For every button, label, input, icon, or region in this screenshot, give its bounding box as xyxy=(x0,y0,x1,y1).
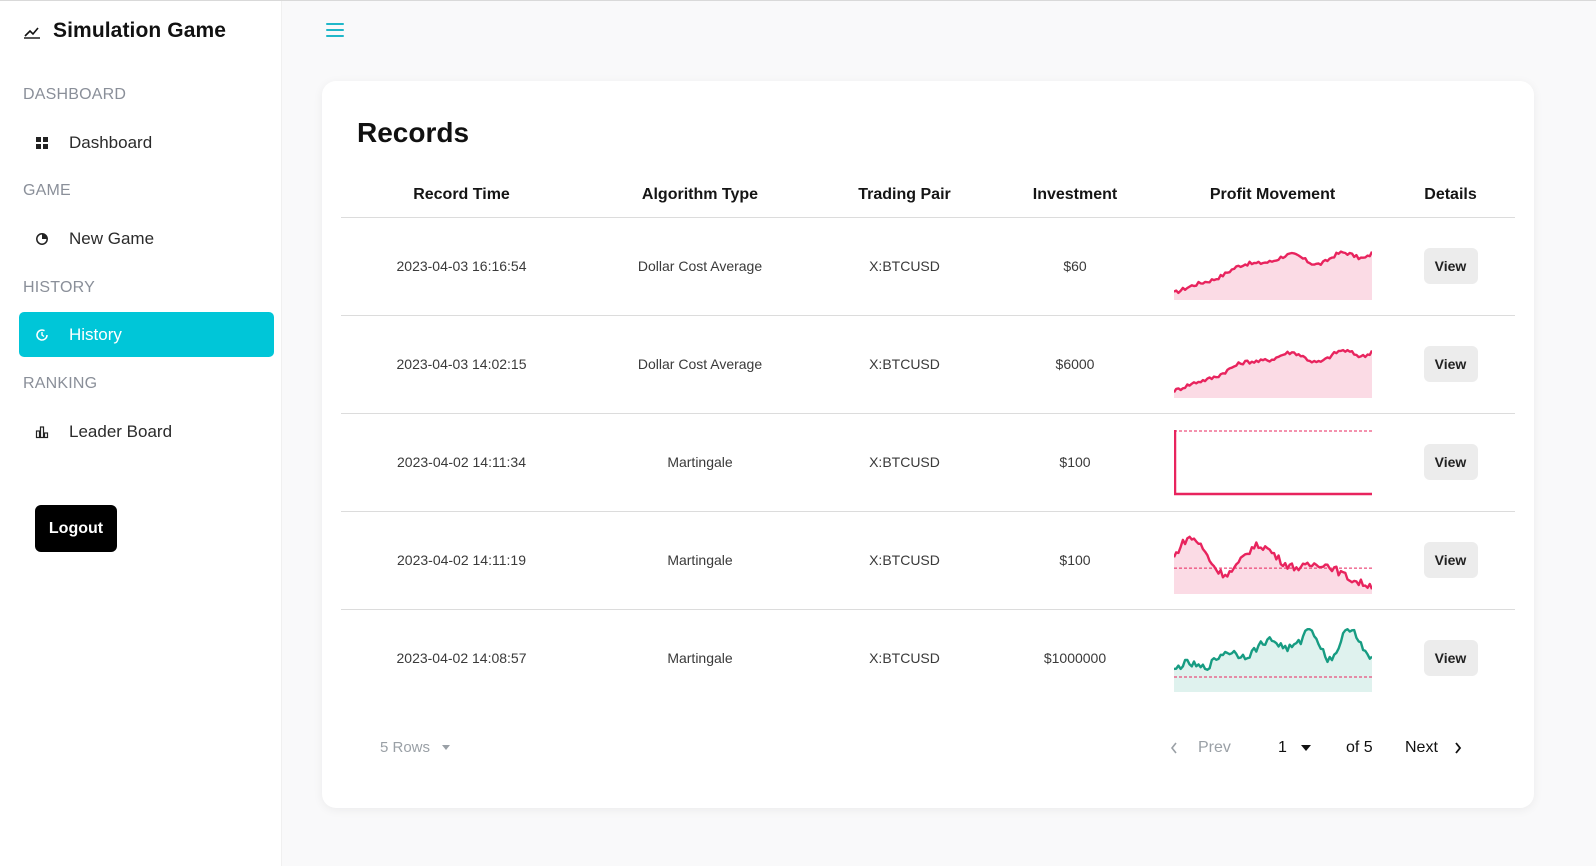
table-row: 2023-04-02 14:11:19 Martingale X:BTCUSD … xyxy=(341,511,1515,610)
rows-per-page-select[interactable]: 5 Rows xyxy=(380,739,451,756)
profit-movement-cell xyxy=(1159,609,1386,707)
grid-icon xyxy=(36,136,48,149)
details-cell: View xyxy=(1386,609,1515,707)
trading-pair: X:BTCUSD xyxy=(818,511,991,610)
details-cell: View xyxy=(1386,315,1515,414)
sidebar-item-new-game[interactable]: New Game xyxy=(19,216,274,261)
view-button[interactable]: View xyxy=(1423,248,1478,284)
record-time: 2023-04-03 16:16:54 xyxy=(341,217,582,316)
column-header-trading-pair: Trading Pair xyxy=(818,173,991,218)
trading-pair: X:BTCUSD xyxy=(869,650,940,667)
column-header-details: Details xyxy=(1386,173,1515,218)
section-label-ranking: RANKING xyxy=(23,375,98,392)
view-button[interactable]: View xyxy=(1423,346,1478,382)
profit-movement-cell xyxy=(1159,217,1386,316)
profit-sparkline xyxy=(1173,430,1372,496)
section-label-dashboard: DASHBOARD xyxy=(23,86,127,103)
brand[interactable]: Simulation Game xyxy=(23,19,226,43)
table-row: 2023-04-02 14:08:57 Martingale X:BTCUSD … xyxy=(341,609,1515,707)
trading-pair: X:BTCUSD xyxy=(818,315,991,414)
profit-movement-cell xyxy=(1159,511,1386,610)
profit-movement-cell xyxy=(1159,413,1386,512)
investment: $6000 xyxy=(991,315,1159,414)
sparkline-area xyxy=(1173,251,1372,300)
chevron-left-icon xyxy=(1170,742,1177,754)
records-card: Records Record Time Algorithm Type Tradi… xyxy=(322,81,1534,808)
record-time: 2023-04-02 14:11:19 xyxy=(341,511,582,610)
column-header-record-time: Record Time xyxy=(341,173,582,218)
next-label: Next xyxy=(1405,739,1438,756)
investment: $60 xyxy=(991,217,1159,316)
prev-label: Prev xyxy=(1198,739,1231,756)
sidebar-item-label: Leader Board xyxy=(69,421,173,441)
chart-line-icon xyxy=(24,27,40,39)
profit-sparkline xyxy=(1173,535,1372,594)
sidebar-item-dashboard[interactable]: Dashboard xyxy=(19,120,274,165)
view-button[interactable]: View xyxy=(1423,542,1478,578)
sparkline-area xyxy=(1173,350,1372,398)
sidebar-item-label: New Game xyxy=(69,228,155,248)
details-cell: View xyxy=(1386,217,1515,316)
chevron-right-icon xyxy=(1455,742,1462,754)
table-row: 2023-04-02 14:11:34 Martingale X:BTCUSD … xyxy=(341,413,1515,512)
algorithm-type: Dollar Cost Average xyxy=(582,315,818,414)
column-header-algorithm-type: Algorithm Type xyxy=(582,173,818,218)
sparkline-line xyxy=(1173,430,1372,496)
profit-sparkline xyxy=(1173,348,1372,398)
app-title: Simulation Game xyxy=(53,19,227,42)
profit-sparkline xyxy=(1173,250,1372,300)
sidebar-item-label: Dashboard xyxy=(69,132,153,152)
sidebar-item-history[interactable]: History xyxy=(19,312,274,357)
algorithm-type: Martingale xyxy=(582,413,818,512)
algorithm-type: Dollar Cost Average xyxy=(582,217,818,316)
record-time: 2023-04-02 14:08:57 xyxy=(396,650,527,667)
details-cell: View xyxy=(1386,511,1515,610)
table-row: 2023-04-03 16:16:54 Dollar Cost Average … xyxy=(341,217,1515,316)
pie-chart-icon xyxy=(36,232,48,245)
details-cell: View xyxy=(1386,413,1515,512)
trading-pair: X:BTCUSD xyxy=(818,413,991,512)
page-total: of 5 xyxy=(1346,739,1373,756)
current-page: 1 xyxy=(1278,739,1287,756)
section-label-game: GAME xyxy=(23,182,71,199)
view-button[interactable]: View xyxy=(1423,444,1478,480)
sidebar-item-leader-board[interactable]: Leader Board xyxy=(19,409,274,454)
investment: $1000000 xyxy=(1043,650,1107,667)
page-title: Records xyxy=(357,117,470,148)
section-label-history: HISTORY xyxy=(23,279,95,296)
chevron-down-icon xyxy=(1300,745,1311,751)
hamburger-icon[interactable] xyxy=(326,22,344,38)
record-time: 2023-04-03 14:02:15 xyxy=(341,315,582,414)
sidebar: Simulation Game DASHBOARD Dashboard GAME… xyxy=(0,1,282,866)
sidebar-item-label: History xyxy=(69,324,122,344)
investment: $100 xyxy=(991,511,1159,610)
table-row: 2023-04-03 14:02:15 Dollar Cost Average … xyxy=(341,315,1515,414)
sparkline-area xyxy=(1173,536,1372,594)
page-number-select[interactable]: 1 xyxy=(1278,739,1311,757)
profit-sparkline xyxy=(1173,628,1372,693)
next-page-button[interactable]: Next xyxy=(1405,739,1462,757)
bar-chart-icon xyxy=(35,425,49,438)
prev-page-button[interactable]: Prev xyxy=(1170,739,1231,757)
column-header-profit-movement: Profit Movement xyxy=(1159,173,1386,218)
records-table: Record Time Algorithm Type Trading Pair … xyxy=(341,173,1515,707)
trading-pair: X:BTCUSD xyxy=(818,217,991,316)
table-header-row: Record Time Algorithm Type Trading Pair … xyxy=(341,173,1515,218)
profit-movement-cell xyxy=(1159,315,1386,414)
algorithm-type: Martingale xyxy=(582,511,818,610)
history-icon xyxy=(36,328,48,341)
column-header-investment: Investment xyxy=(991,173,1159,218)
chevron-down-icon xyxy=(442,745,451,750)
view-button[interactable]: View xyxy=(1423,640,1478,677)
rows-per-page-label: 5 Rows xyxy=(380,739,431,756)
investment: $100 xyxy=(991,413,1159,512)
algorithm-type: Martingale xyxy=(667,650,733,667)
logout-button[interactable]: Logout xyxy=(35,505,117,552)
record-time: 2023-04-02 14:11:34 xyxy=(341,413,582,512)
